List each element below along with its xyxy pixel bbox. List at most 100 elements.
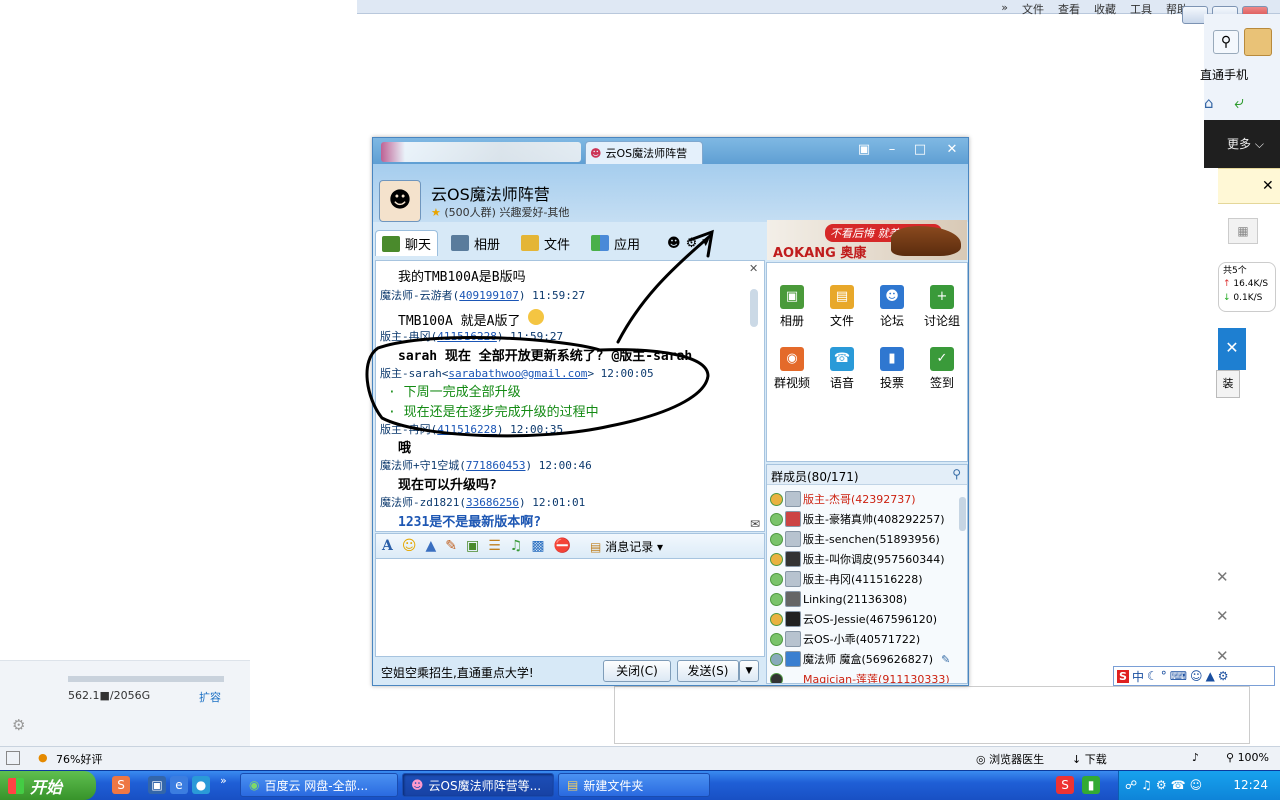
tab-chat[interactable]: 聊天 — [375, 230, 439, 256]
member-item[interactable]: Magician-莲莲(911130333) — [770, 671, 950, 683]
quicklaunch-more-icon[interactable]: » — [220, 774, 227, 787]
member-item[interactable]: 版主-叫你调皮(957560344) — [770, 551, 945, 567]
app-group-video[interactable]: ◉ 群视频 — [767, 347, 817, 391]
app-vote[interactable]: ▮ 投票 — [867, 347, 917, 391]
member-item[interactable]: 云OS-Jessie(467596120) — [770, 611, 937, 627]
sender-id-link[interactable]: 411516228 — [437, 423, 497, 436]
expand-link[interactable]: 扩容 — [199, 689, 221, 705]
message-history-button[interactable]: ▤ 消息记录 ▾ — [590, 538, 663, 555]
grid-view-icon[interactable]: ▦ — [1228, 218, 1258, 244]
notes-icon[interactable]: ☰ — [488, 538, 501, 554]
task-baidu-yun[interactable]: ◉ 百度云 网盘-全部... — [240, 773, 398, 797]
close-icon[interactable]: ✕ — [1216, 607, 1229, 625]
sender-id-link[interactable]: 33686256 — [466, 496, 519, 509]
tab-files[interactable]: 文件 — [515, 230, 576, 256]
blurred-tab[interactable] — [381, 142, 581, 162]
tab-members-settings[interactable]: ☻ ⚙ ▼ — [661, 230, 715, 256]
minimize-icon[interactable]: – — [881, 141, 903, 159]
send-button[interactable]: 发送(S) — [677, 660, 739, 682]
app-voice[interactable]: ☎ 语音 — [817, 347, 867, 391]
user-icon[interactable]: ☺ — [1190, 669, 1203, 683]
edit-icon[interactable]: ✎ — [941, 653, 950, 666]
back-arrow-icon[interactable]: ⤶ — [1234, 92, 1244, 113]
close-icon[interactable]: ✕ — [1216, 568, 1229, 586]
sender-email-link[interactable]: sarabathwoo@gmail.com — [448, 367, 587, 380]
menu-view[interactable]: 查看 — [1058, 1, 1080, 17]
user-avatar-icon[interactable] — [1244, 28, 1272, 56]
image-icon[interactable]: ▣ — [466, 538, 479, 554]
browser-doctor[interactable]: ◎ 浏览器医生 — [976, 751, 1044, 767]
ie-icon[interactable]: e — [170, 776, 188, 794]
tab-apps[interactable]: 应用 — [585, 230, 646, 256]
search-icon[interactable]: ⚲ — [952, 467, 961, 481]
close-icon[interactable]: ✕ — [749, 262, 758, 275]
message-input[interactable] — [375, 559, 765, 657]
close-icon[interactable]: ✕ — [941, 141, 963, 159]
install-button[interactable]: 装 — [1216, 370, 1240, 398]
quicklaunch-app-icon[interactable]: S — [112, 776, 130, 794]
chat-scrollbar[interactable] — [750, 289, 758, 327]
menu-more[interactable]: » — [1001, 1, 1008, 17]
chat-history[interactable]: ✕ 我的TMB100A是B版吗 魔法师-云游者(409199107) 11:59… — [375, 260, 765, 532]
menu-file[interactable]: 文件 — [1022, 1, 1044, 17]
moon-icon[interactable]: ☾ — [1147, 669, 1158, 683]
close-icon[interactable]: ✕ — [1262, 178, 1274, 194]
ime-toolbar[interactable]: S 中 ☾ ° ⌨ ☺ ▲ ⚙ — [1113, 666, 1275, 686]
app-forum[interactable]: ☻ 论坛 — [867, 285, 917, 329]
sender-id-link[interactable]: 411516228 — [437, 330, 497, 343]
member-item[interactable]: Linking(21136308) — [770, 591, 907, 607]
quicklaunch-desktop-icon[interactable]: ▣ — [148, 776, 166, 794]
member-item[interactable]: 版主-豪猪真帅(408292257) — [770, 511, 945, 527]
tab-album[interactable]: 相册 — [445, 230, 506, 256]
gear-icon[interactable]: ⚙ — [12, 716, 25, 734]
close-icon[interactable]: ✕ — [1216, 647, 1229, 665]
shirt-icon[interactable]: ▲ — [1206, 669, 1215, 683]
menu-tools[interactable]: 工具 — [1130, 1, 1152, 17]
zoom-level[interactable]: ⚲ 100% — [1226, 751, 1269, 764]
sender-id-link[interactable]: 771860453 — [466, 459, 526, 472]
app-files[interactable]: ▤ 文件 — [817, 285, 867, 329]
close-icon[interactable]: ✕ — [1218, 328, 1246, 370]
quicklaunch-media-icon[interactable]: ● — [192, 776, 210, 794]
usb-tray-icon[interactable]: ▮ — [1082, 776, 1100, 794]
clock[interactable]: 12:24 — [1233, 778, 1268, 792]
shoe-ad-banner[interactable]: AOKANG 奥康 不看后悔 就差白送了! — [767, 220, 967, 260]
keyboard-icon[interactable]: ⌨ — [1170, 669, 1187, 683]
speaker-icon[interactable]: ♪ — [1192, 751, 1199, 764]
music-icon[interactable]: ♫ — [510, 538, 523, 554]
skin-icon[interactable]: ▣ — [853, 141, 875, 159]
punct-icon[interactable]: ° — [1161, 669, 1167, 683]
ime-mode[interactable]: 中 — [1132, 668, 1144, 685]
app-discussion[interactable]: + 讨论组 — [917, 285, 967, 329]
screenshot-icon[interactable]: ▩ — [531, 538, 544, 554]
phone-link[interactable]: 直通手机 — [1200, 66, 1248, 83]
member-item[interactable]: 版主-senchen(51893956) — [770, 531, 940, 547]
sender-id-link[interactable]: 409199107 — [459, 289, 519, 302]
app-checkin[interactable]: ✓ 签到 — [917, 347, 967, 391]
app-album[interactable]: ▣ 相册 — [767, 285, 817, 329]
member-item[interactable]: 云OS-小乖(40571722) — [770, 631, 920, 647]
more-menu[interactable]: 更多 ⌵ — [1227, 135, 1264, 152]
group-avatar[interactable]: ☻ — [379, 180, 421, 222]
send-options-chevron-icon[interactable]: ▼ — [739, 660, 759, 682]
tab-group-chat[interactable]: ☻ 云OS魔法师阵营 — [585, 141, 703, 164]
maximize-icon[interactable]: □ — [909, 141, 931, 159]
sogou-tray-icon[interactable]: S — [1056, 776, 1074, 794]
font-icon[interactable]: A — [382, 538, 393, 554]
block-icon[interactable]: ⛔ — [554, 538, 571, 554]
menu-favorites[interactable]: 收藏 — [1094, 1, 1116, 17]
doodle-icon[interactable]: ✎ — [445, 538, 457, 554]
download-status[interactable]: ↓ 下载 — [1072, 751, 1107, 767]
start-button[interactable]: 开始 — [0, 771, 96, 800]
member-item[interactable]: 魔法师 魔盒(569626827) ✎ — [770, 651, 950, 667]
status-page-icon[interactable] — [6, 751, 20, 765]
task-qq-group[interactable]: ☻ 云OS魔法师阵营等... — [402, 773, 554, 797]
wrench-icon[interactable]: ⚙ — [1218, 669, 1229, 683]
member-scrollbar[interactable] — [959, 497, 966, 531]
member-item[interactable]: 版主-杰哥(42392737) — [770, 491, 916, 507]
search-icon[interactable]: ⚲ — [1213, 30, 1239, 54]
emoji-icon[interactable]: ☺ — [402, 538, 417, 554]
task-new-folder[interactable]: ▤ 新建文件夹 — [558, 773, 710, 797]
member-item[interactable]: 版主-冉冈(411516228) — [770, 571, 923, 587]
footer-ad-link[interactable]: 空姐空乘招生,直通重点大学! — [381, 664, 534, 681]
